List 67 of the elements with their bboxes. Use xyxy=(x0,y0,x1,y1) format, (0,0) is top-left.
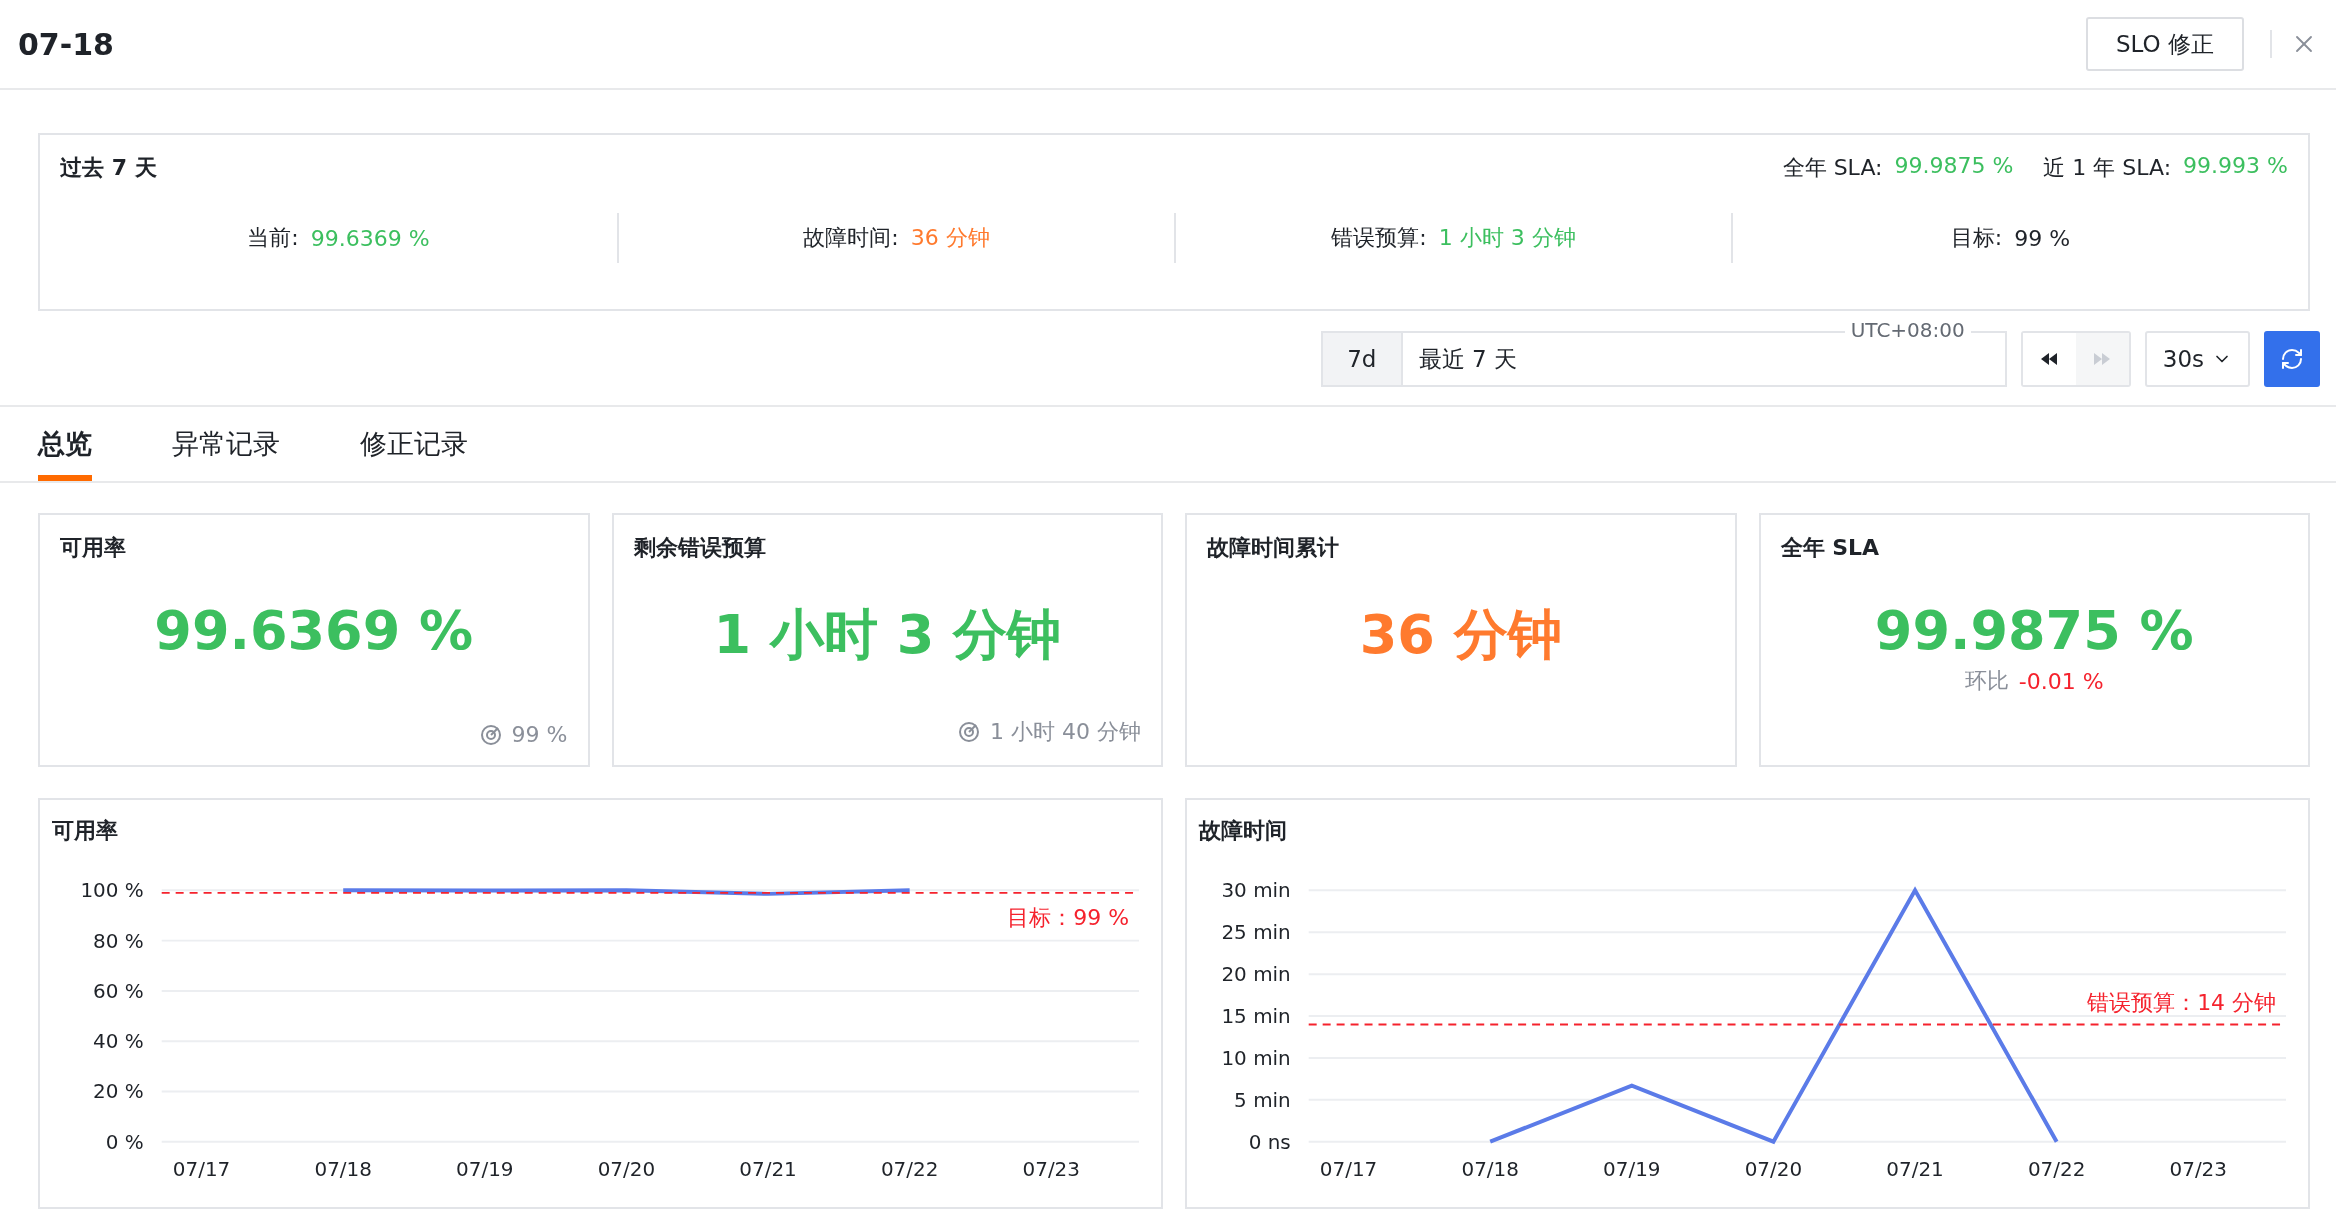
chart-title: 可用率 xyxy=(52,817,119,845)
compare-value: -0.01 % xyxy=(2018,668,2104,694)
axis-tick-label: 07/18 xyxy=(1461,1156,1519,1181)
stat-label: 错误预算: xyxy=(1331,224,1427,252)
metric-value: 99.9875 % xyxy=(1873,599,2195,662)
slo-correction-button[interactable]: SLO 修正 xyxy=(2086,17,2244,71)
metric-value: 36 分钟 xyxy=(1358,602,1563,668)
axis-tick-label: 07/22 xyxy=(2027,1156,2086,1181)
stat-value: 99 % xyxy=(2014,225,2071,251)
axis-tick-label: 0 % xyxy=(105,1129,144,1154)
sla-label: 全年 SLA: xyxy=(1782,154,1883,182)
refresh-icon xyxy=(2280,347,2304,371)
card-title: 剩余错误预算 xyxy=(633,534,767,562)
axis-tick-label: 07/18 xyxy=(314,1156,372,1181)
compare-label: 环比 xyxy=(1964,667,2009,695)
axis-tick-label: 80 % xyxy=(93,928,144,953)
threshold-label: 目标：99 % xyxy=(1007,904,1130,930)
target-value: 1 小时 40 分钟 xyxy=(990,718,1141,746)
axis-tick-label: 07/20 xyxy=(1744,1156,1803,1181)
axis-tick-label: 20 % xyxy=(93,1079,144,1104)
axis-tick-label: 07/20 xyxy=(597,1156,656,1181)
axis-tick-label: 07/23 xyxy=(2169,1156,2227,1181)
stat-label: 目标: xyxy=(1950,224,2003,252)
sla-label: 近 1 年 SLA: xyxy=(2043,154,2172,182)
sla-value: 99.9875 % xyxy=(1894,153,2014,180)
target-icon xyxy=(958,721,980,743)
sla-value: 99.993 % xyxy=(2183,153,2288,180)
axis-tick-label: 40 % xyxy=(93,1029,144,1054)
target-value: 99 % xyxy=(511,722,568,747)
axis-tick-label: 07/22 xyxy=(880,1156,939,1181)
card-title: 可用率 xyxy=(60,534,127,562)
axis-tick-label: 5 min xyxy=(1234,1087,1291,1112)
tab[interactable]: 总览 xyxy=(38,407,92,481)
axis-tick-label: 07/21 xyxy=(739,1156,797,1181)
stat-label: 故障时间: xyxy=(803,224,899,252)
chart-title: 故障时间 xyxy=(1199,817,1288,845)
axis-tick-label: 07/17 xyxy=(172,1156,231,1181)
refresh-interval-dropdown[interactable]: 30s xyxy=(2144,331,2250,387)
card-title: 故障时间累计 xyxy=(1207,534,1340,562)
target-icon xyxy=(479,723,502,746)
axis-tick-label: 07/23 xyxy=(1022,1156,1080,1181)
refresh-button[interactable] xyxy=(2264,331,2320,387)
axis-tick-label: 10 min xyxy=(1221,1045,1291,1070)
axis-tick-label: 25 min xyxy=(1221,920,1291,945)
axis-tick-label: 30 min xyxy=(1221,878,1291,903)
metric-value: 1 小时 3 分钟 xyxy=(712,602,1062,668)
page-title: 07-18 xyxy=(18,26,115,62)
tab[interactable]: 修正记录 xyxy=(360,407,468,481)
stat-value: 1 小时 3 分钟 xyxy=(1438,224,1576,252)
axis-tick-label: 07/17 xyxy=(1319,1156,1378,1181)
axis-tick-label: 0 ns xyxy=(1248,1129,1291,1154)
stat-value: 36 分钟 xyxy=(910,224,990,252)
axis-tick-label: 15 min xyxy=(1221,1004,1291,1028)
axis-tick-label: 07/21 xyxy=(1886,1156,1944,1181)
axis-tick-label: 07/19 xyxy=(1603,1156,1661,1181)
summary-title: 过去 7 天 xyxy=(60,154,157,182)
axis-tick-label: 07/19 xyxy=(456,1156,514,1181)
range-unit-tag[interactable]: 7d xyxy=(1320,331,1401,387)
card-title: 全年 SLA xyxy=(1780,534,1881,562)
axis-tick-label: 60 % xyxy=(93,978,144,1003)
tab[interactable]: 异常记录 xyxy=(172,407,280,481)
axis-tick-label: 100 % xyxy=(80,878,144,903)
axis-tick-label: 20 min xyxy=(1221,962,1291,987)
stat-label: 当前: xyxy=(247,224,299,252)
stat-value: 99.6369 % xyxy=(310,225,430,251)
metric-value: 99.6369 % xyxy=(153,599,475,662)
threshold-label: 错误预算：14 分钟 xyxy=(2087,990,2277,1016)
